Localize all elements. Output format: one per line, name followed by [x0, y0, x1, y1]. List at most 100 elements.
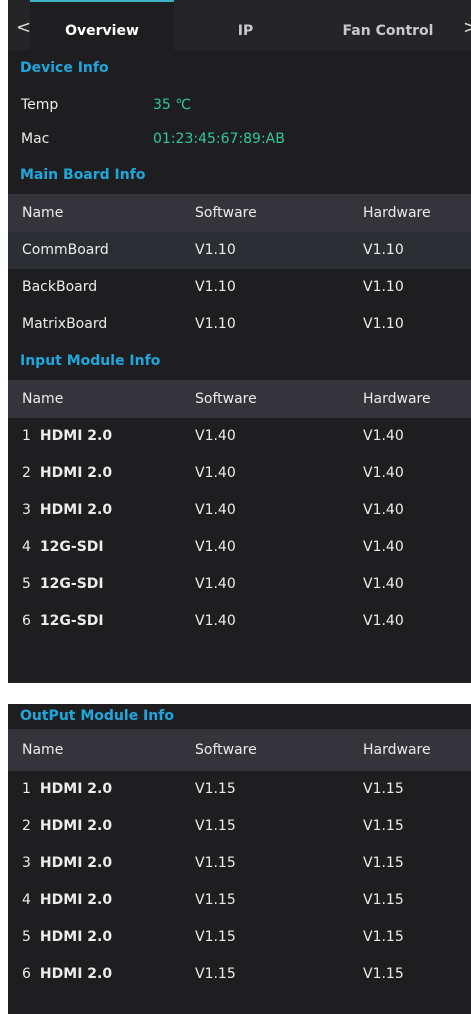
software-version: V1.15	[195, 818, 236, 834]
hardware-version: V1.10	[363, 279, 404, 295]
hardware-version: V1.40	[363, 428, 404, 444]
module-name: 12G-SDI	[39, 539, 104, 555]
temp-value: 35 ℃	[153, 97, 191, 113]
header-hardware: Hardware	[363, 205, 431, 221]
row-index: 5	[22, 576, 31, 592]
row-index: 3	[22, 502, 31, 518]
row-index: 2	[22, 465, 31, 481]
table-row[interactable]: 3 HDMI 2.0 V1.15 V1.15	[8, 845, 471, 882]
header-hardware: Hardware	[363, 391, 431, 407]
tab-bar: < Overview IP Fan Control >	[8, 0, 471, 50]
header-software: Software	[195, 205, 257, 221]
hardware-version: V1.15	[363, 781, 404, 797]
tab-label: Fan Control	[342, 23, 434, 39]
table-row[interactable]: CommBoard V1.10 V1.10	[8, 232, 471, 269]
software-version: V1.40	[195, 465, 236, 481]
mac-row: Mac 01:23:45:67:89:AB	[8, 122, 471, 156]
main-board-table: Name Software Hardware CommBoard V1.10 V…	[8, 194, 471, 343]
row-index: 4	[22, 892, 31, 908]
table-header: Name Software Hardware	[8, 194, 471, 232]
table-row[interactable]: 4 HDMI 2.0 V1.15 V1.15	[8, 882, 471, 919]
row-index: 6	[22, 613, 31, 629]
tab-overview[interactable]: Overview	[30, 0, 174, 50]
module-name: 12G-SDI	[39, 576, 104, 592]
table-header: Name Software Hardware	[8, 380, 471, 418]
hardware-version: V1.15	[363, 892, 404, 908]
software-version: V1.40	[195, 502, 236, 518]
output-module-panel: OutPut Module Info Name Software Hardwar…	[8, 704, 471, 1014]
row-index: 3	[22, 855, 31, 871]
module-name: HDMI 2.0	[39, 428, 113, 444]
hardware-version: V1.40	[363, 613, 404, 629]
table-row[interactable]: 5 HDMI 2.0 V1.15 V1.15	[8, 919, 471, 956]
hardware-version: V1.10	[363, 316, 404, 332]
row-index: 4	[22, 539, 31, 555]
device-info-title: Device Info	[20, 60, 109, 76]
table-row[interactable]: BackBoard V1.10 V1.10	[8, 269, 471, 306]
module-name: HDMI 2.0	[39, 892, 113, 908]
hardware-version: V1.15	[363, 966, 404, 982]
header-software: Software	[195, 742, 257, 758]
table-row[interactable]: 6 HDMI 2.0 V1.15 V1.15	[8, 956, 471, 993]
output-module-table: Name Software Hardware 1 HDMI 2.0 V1.15 V…	[8, 729, 471, 993]
header-hardware: Hardware	[363, 742, 431, 758]
table-row[interactable]: 5 12G-SDI V1.40 V1.40	[8, 566, 471, 603]
software-version: V1.15	[195, 855, 236, 871]
module-name: HDMI 2.0	[39, 855, 113, 871]
chevron-right-icon[interactable]: >	[463, 18, 471, 38]
header-name: Name	[22, 391, 64, 407]
board-name: CommBoard	[22, 242, 109, 258]
row-index: 6	[22, 966, 31, 982]
software-version: V1.15	[195, 929, 236, 945]
header-software: Software	[195, 391, 257, 407]
module-name: HDMI 2.0	[39, 465, 113, 481]
input-module-table: Name Software Hardware 1 HDMI 2.0 V1.40 V…	[8, 380, 471, 640]
overview-panel: < Overview IP Fan Control > Device Info …	[8, 0, 471, 683]
hardware-version: V1.40	[363, 576, 404, 592]
software-version: V1.15	[195, 892, 236, 908]
table-row[interactable]: 2 HDMI 2.0 V1.40 V1.40	[8, 455, 471, 492]
hardware-version: V1.40	[363, 502, 404, 518]
row-index: 5	[22, 929, 31, 945]
table-row[interactable]: 2 HDMI 2.0 V1.15 V1.15	[8, 808, 471, 845]
table-row[interactable]: 3 HDMI 2.0 V1.40 V1.40	[8, 492, 471, 529]
table-row[interactable]: 6 12G-SDI V1.40 V1.40	[8, 603, 471, 640]
table-row[interactable]: 1 HDMI 2.0 V1.40 V1.40	[8, 418, 471, 455]
module-name: HDMI 2.0	[39, 781, 113, 797]
hardware-version: V1.15	[363, 929, 404, 945]
temp-row: Temp 35 ℃	[8, 88, 471, 122]
hardware-version: V1.40	[363, 539, 404, 555]
tab-fan-control[interactable]: Fan Control	[317, 0, 459, 50]
hardware-version: V1.15	[363, 855, 404, 871]
input-module-info-title: Input Module Info	[20, 353, 161, 369]
tab-ip[interactable]: IP	[174, 0, 317, 50]
module-name: HDMI 2.0	[39, 502, 113, 518]
table-row[interactable]: 4 12G-SDI V1.40 V1.40	[8, 529, 471, 566]
software-version: V1.10	[195, 242, 236, 258]
hardware-version: V1.10	[363, 242, 404, 258]
software-version: V1.15	[195, 781, 236, 797]
row-index: 1	[22, 781, 31, 797]
row-index: 2	[22, 818, 31, 834]
table-row[interactable]: MatrixBoard V1.10 V1.10	[8, 306, 471, 343]
device-info: Temp 35 ℃ Mac 01:23:45:67:89:AB	[8, 88, 471, 156]
temp-label: Temp	[21, 97, 59, 113]
tab-label: IP	[237, 23, 254, 39]
tab-label: Overview	[65, 23, 139, 39]
board-name: BackBoard	[22, 279, 98, 295]
software-version: V1.40	[195, 539, 236, 555]
chevron-left-icon[interactable]: <	[16, 18, 31, 38]
module-name: HDMI 2.0	[39, 929, 113, 945]
main-board-info-title: Main Board Info	[20, 167, 146, 183]
output-module-info-title: OutPut Module Info	[20, 708, 174, 724]
software-version: V1.15	[195, 966, 236, 982]
active-tab-indicator	[30, 0, 174, 2]
module-name: 12G-SDI	[39, 613, 104, 629]
header-name: Name	[22, 205, 64, 221]
board-name: MatrixBoard	[22, 316, 108, 332]
module-name: HDMI 2.0	[39, 818, 113, 834]
software-version: V1.40	[195, 613, 236, 629]
mac-value: 01:23:45:67:89:AB	[153, 131, 285, 147]
table-row[interactable]: 1 HDMI 2.0 V1.15 V1.15	[8, 771, 471, 808]
row-index: 1	[22, 428, 31, 444]
